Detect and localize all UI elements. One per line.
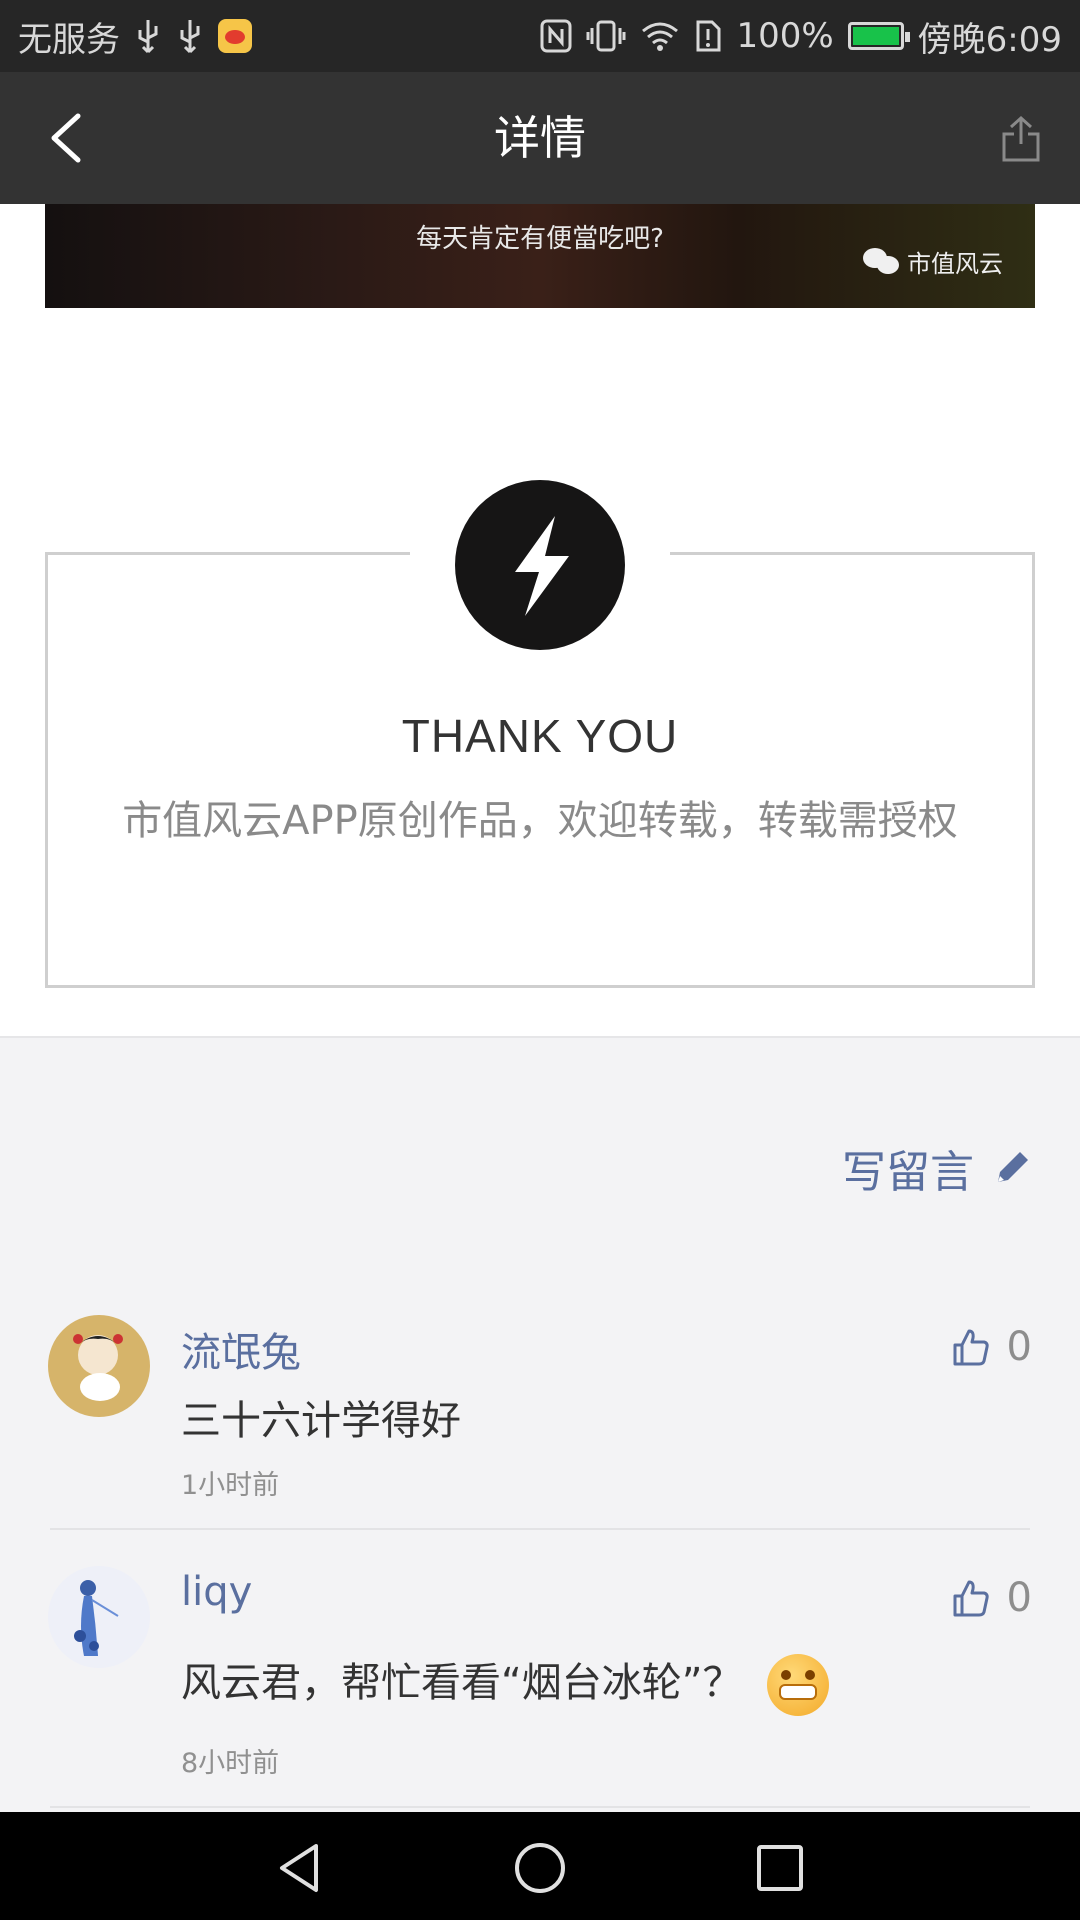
wifi-icon xyxy=(642,22,679,51)
article-image: 每天肯定有便當吃吧? 市值风云 xyxy=(45,204,1035,308)
comment-text: 风云君，帮忙看看“烟台冰轮”？ xyxy=(181,1660,743,1706)
like-button[interactable]: 0 xyxy=(951,1324,1032,1370)
like-count: 0 xyxy=(1006,1575,1032,1621)
usb-icon xyxy=(180,20,200,54)
thanks-title: THANK YOU xyxy=(401,710,679,762)
watermark-text: 市值风云 xyxy=(907,250,1003,278)
comment-time: 1小时前 xyxy=(181,1470,280,1501)
write-comment-label: 写留言 xyxy=(842,1147,974,1198)
grin-emoji-icon xyxy=(767,1654,830,1716)
usb-icon xyxy=(138,20,158,54)
thumbs-up-icon xyxy=(953,1580,989,1617)
recents-square-icon[interactable] xyxy=(752,1840,808,1896)
avatar-cartoon-icon xyxy=(73,1334,123,1401)
comment-author[interactable]: liqy xyxy=(181,1569,252,1615)
like-button[interactable]: 0 xyxy=(951,1575,1032,1621)
lightning-icon xyxy=(515,516,569,616)
back-triangle-icon[interactable] xyxy=(272,1840,328,1896)
battery-percent: 100% xyxy=(736,16,834,56)
vibrate-icon xyxy=(586,20,626,52)
comment-text: 三十六计学得好 xyxy=(181,1398,461,1444)
battery-icon xyxy=(847,22,910,50)
comment-divider xyxy=(50,1528,1030,1530)
write-comment-button[interactable]: 写留言 xyxy=(842,1136,1034,1200)
like-count: 0 xyxy=(1006,1324,1032,1370)
comment-text-row: 风云君，帮忙看看“烟台冰轮”？ xyxy=(181,1650,830,1716)
avatar-illustration-icon xyxy=(74,1580,119,1656)
weibo-icon xyxy=(218,19,252,53)
article-content: 每天肯定有便當吃吧? 市值风云 THANK YOU 市值风云APP原创作品，欢迎… xyxy=(0,204,1080,1036)
clock: 傍晚6:09 xyxy=(917,19,1062,60)
pencil-icon xyxy=(998,1152,1028,1182)
home-circle-icon[interactable] xyxy=(512,1840,568,1896)
system-navigation-bar xyxy=(0,1812,1080,1920)
nfc-icon xyxy=(540,19,572,53)
carrier-text: 无服务 xyxy=(18,19,120,60)
lightning-badge xyxy=(455,480,625,650)
comments-section: 写留言 流氓兔 三十六计学得好 1小时前 0 liqy 风云君，帮忙看看“烟台冰… xyxy=(0,1036,1080,1814)
copyright-notice: 市值风云APP原创作品，欢迎转载，转载需授权 xyxy=(122,798,958,844)
share-icon[interactable] xyxy=(996,114,1046,164)
comment-divider xyxy=(50,1806,1030,1808)
status-bar: 无服务 100% 傍晚6:09 xyxy=(0,0,1080,72)
top-navbar: 详情 xyxy=(0,72,1080,204)
wechat-icon xyxy=(863,247,901,276)
page-title: 详情 xyxy=(494,111,586,165)
comment-time: 8小时前 xyxy=(181,1748,280,1779)
avatar[interactable] xyxy=(48,1566,150,1668)
avatar[interactable] xyxy=(48,1315,150,1417)
comment-author[interactable]: 流氓兔 xyxy=(181,1320,301,1378)
thumbs-up-icon xyxy=(953,1329,989,1366)
image-watermark: 市值风云 xyxy=(863,244,1003,279)
sim-alert-icon xyxy=(696,20,721,52)
